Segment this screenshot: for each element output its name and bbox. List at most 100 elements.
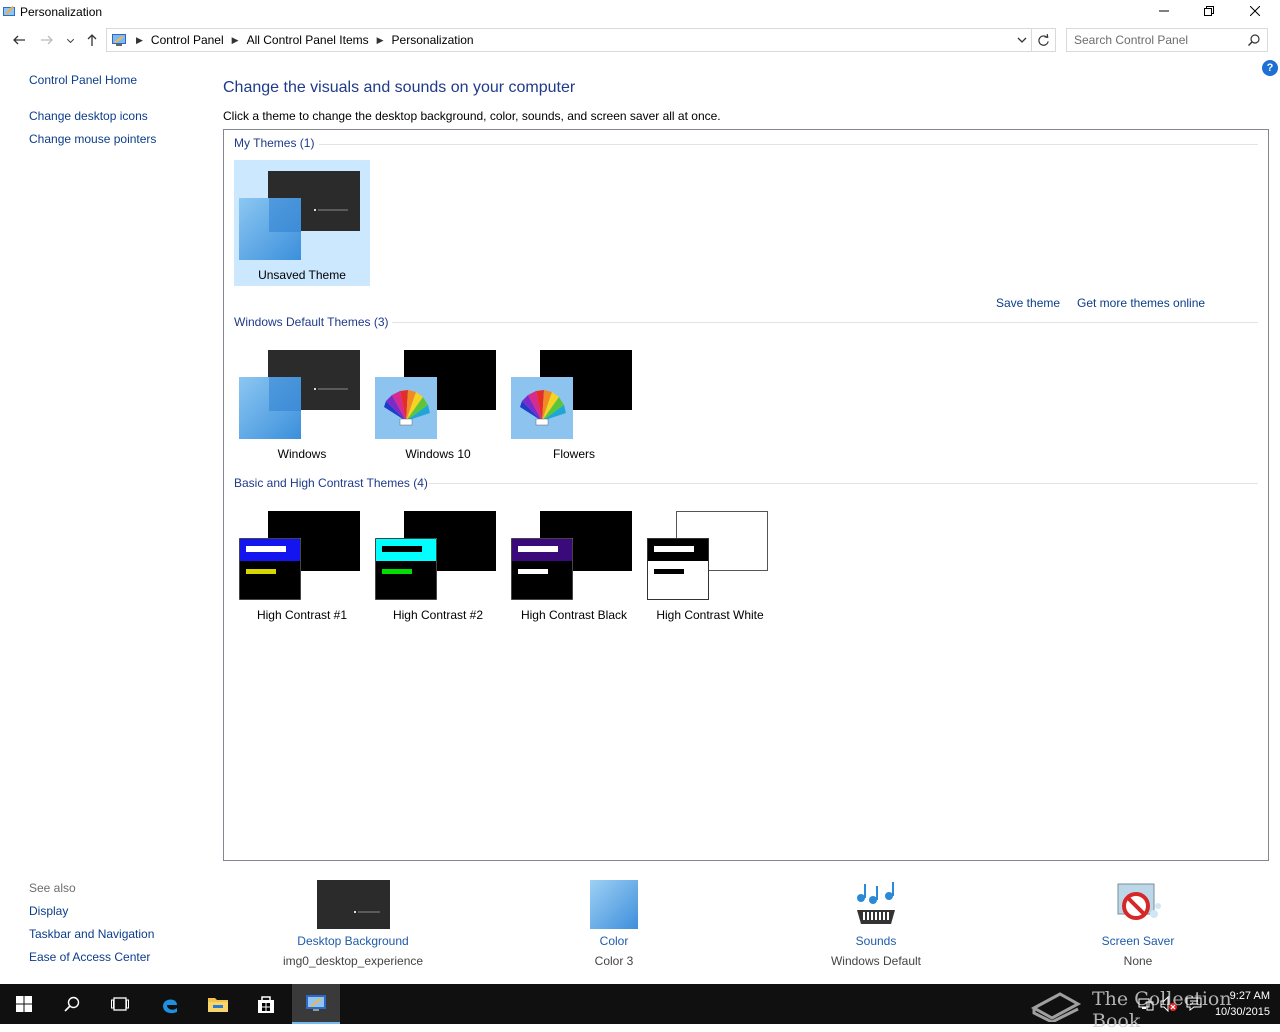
clock-date: 10/30/2015 (1214, 1006, 1270, 1018)
page-title: Change the visuals and sounds on your co… (223, 79, 576, 96)
close-icon (1250, 6, 1260, 16)
task-view-button[interactable] (96, 984, 144, 1024)
file-explorer-button[interactable] (194, 984, 242, 1024)
breadcrumb-separator: ▶ (231, 34, 239, 45)
display-link[interactable]: Display (29, 904, 68, 918)
search-box[interactable] (1066, 28, 1268, 52)
theme-high-contrast-2[interactable]: High Contrast #2 (370, 500, 506, 626)
desktop-background-value: img0_desktop_experience (282, 954, 424, 968)
taskbar-navigation-link[interactable]: Taskbar and Navigation (29, 927, 154, 941)
theme-color-swatch (239, 377, 301, 439)
theme-color-swatch (375, 538, 437, 600)
theme-label: Windows 10 (405, 447, 471, 461)
sounds-icon (857, 882, 895, 924)
forward-arrow-icon (41, 35, 53, 45)
color-fan-icon (511, 377, 573, 439)
theme-label: High Contrast White (656, 608, 764, 622)
help-icon[interactable]: ? (1262, 60, 1278, 76)
color-swatch-icon (590, 880, 638, 929)
forward-button[interactable] (37, 30, 57, 50)
desktop-background-thumbnail (316, 880, 390, 929)
theme-label: High Contrast #2 (392, 608, 484, 622)
breadcrumb-control-panel[interactable]: Control Panel (151, 33, 224, 47)
taskbar: The Collection Book 9:27 AM 10/30/2015 (0, 984, 1280, 1032)
save-theme-link[interactable]: Save theme (996, 296, 1060, 310)
recent-locations-button[interactable] (62, 30, 78, 50)
color-setting[interactable]: Color Color 3 (564, 880, 664, 968)
start-button[interactable] (0, 984, 48, 1024)
see-also-title: See also (29, 881, 76, 895)
back-button[interactable] (9, 30, 29, 50)
up-arrow-icon (87, 34, 97, 46)
sounds-label[interactable]: Sounds (816, 934, 936, 948)
theme-windows[interactable]: Windows (234, 339, 370, 465)
color-label[interactable]: Color (564, 934, 664, 948)
search-icon (64, 996, 80, 1012)
refresh-button[interactable] (1031, 29, 1055, 51)
up-button[interactable] (82, 30, 102, 50)
system-clock[interactable]: 9:27 AM 10/30/2015 (1215, 988, 1270, 1020)
group-divider (319, 144, 1258, 145)
group-divider (429, 483, 1258, 484)
sounds-setting[interactable]: Sounds Windows Default (816, 880, 936, 968)
theme-label: Flowers (552, 447, 595, 461)
color-value: Color 3 (594, 954, 634, 968)
theme-windows-10[interactable]: Windows 10 (370, 339, 506, 465)
control-panel-taskbar-button[interactable] (292, 984, 340, 1024)
action-center-icon[interactable] (1186, 996, 1202, 1012)
back-arrow-icon (13, 35, 25, 45)
minimize-button[interactable] (1141, 0, 1187, 22)
restore-icon (1204, 6, 1214, 16)
address-bar[interactable]: ▶ Control Panel ▶ All Control Panel Item… (106, 28, 1056, 52)
theme-high-contrast-1[interactable]: High Contrast #1 (234, 500, 370, 626)
theme-high-contrast-white[interactable]: High Contrast White (642, 500, 778, 626)
breadcrumb-personalization[interactable]: Personalization (392, 33, 474, 47)
window-title: Personalization (20, 5, 103, 19)
edge-icon (163, 999, 177, 1014)
breadcrumb-separator: ▶ (136, 34, 143, 45)
change-desktop-icons-link[interactable]: Change desktop icons (29, 109, 148, 123)
screen-saver-icon (1117, 883, 1161, 920)
theme-unsaved[interactable]: Unsaved Theme (234, 160, 370, 286)
refresh-icon (1038, 33, 1049, 46)
desktop-background-setting[interactable]: Desktop Background img0_desktop_experien… (278, 880, 428, 968)
theme-label: Unsaved Theme (258, 268, 346, 282)
screen-saver-setting[interactable]: Screen Saver None (1088, 880, 1188, 968)
page-description: Click a theme to change the desktop back… (223, 109, 721, 123)
personalization-icon (3, 6, 15, 16)
group-divider (392, 322, 1258, 323)
volume-muted-icon[interactable] (1160, 996, 1178, 1012)
theme-flowers[interactable]: Flowers (506, 339, 642, 465)
theme-label: Windows (277, 447, 327, 461)
ease-of-access-link[interactable]: Ease of Access Center (29, 950, 150, 964)
navigation-bar: ▶ Control Panel ▶ All Control Panel Item… (0, 26, 1280, 54)
group-title-windows-default: Windows Default Themes (3) (234, 315, 389, 329)
store-button[interactable] (242, 984, 290, 1024)
group-title-high-contrast: Basic and High Contrast Themes (4) (234, 476, 428, 490)
sounds-value: Windows Default (830, 954, 922, 968)
theme-label: High Contrast #1 (256, 608, 348, 622)
theme-color-swatch (647, 538, 709, 600)
get-more-themes-link[interactable]: Get more themes online (1077, 296, 1205, 310)
clock-time: 9:27 AM (1229, 990, 1270, 1002)
network-icon[interactable] (1138, 996, 1154, 1012)
desktop-background-label[interactable]: Desktop Background (278, 934, 428, 948)
close-button[interactable] (1232, 0, 1278, 22)
restore-button[interactable] (1186, 0, 1232, 22)
search-taskbar-button[interactable] (48, 984, 96, 1024)
change-mouse-pointers-link[interactable]: Change mouse pointers (29, 132, 156, 146)
breadcrumb-all-items[interactable]: All Control Panel Items (247, 33, 369, 47)
book-logo-icon (1030, 992, 1082, 1022)
windows-logo-icon (16, 996, 32, 1012)
address-dropdown-icon[interactable] (1015, 33, 1029, 47)
folder-icon (208, 998, 228, 1012)
theme-color-swatch (239, 538, 301, 600)
search-input[interactable] (1074, 30, 1244, 50)
task-view-icon (111, 997, 129, 1011)
screen-saver-label[interactable]: Screen Saver (1088, 934, 1188, 948)
control-panel-home-link[interactable]: Control Panel Home (29, 73, 137, 87)
theme-label: High Contrast Black (520, 608, 628, 622)
theme-high-contrast-black[interactable]: High Contrast Black (506, 500, 642, 626)
group-title-my-themes: My Themes (1) (234, 136, 315, 150)
edge-browser-button[interactable] (146, 984, 194, 1024)
